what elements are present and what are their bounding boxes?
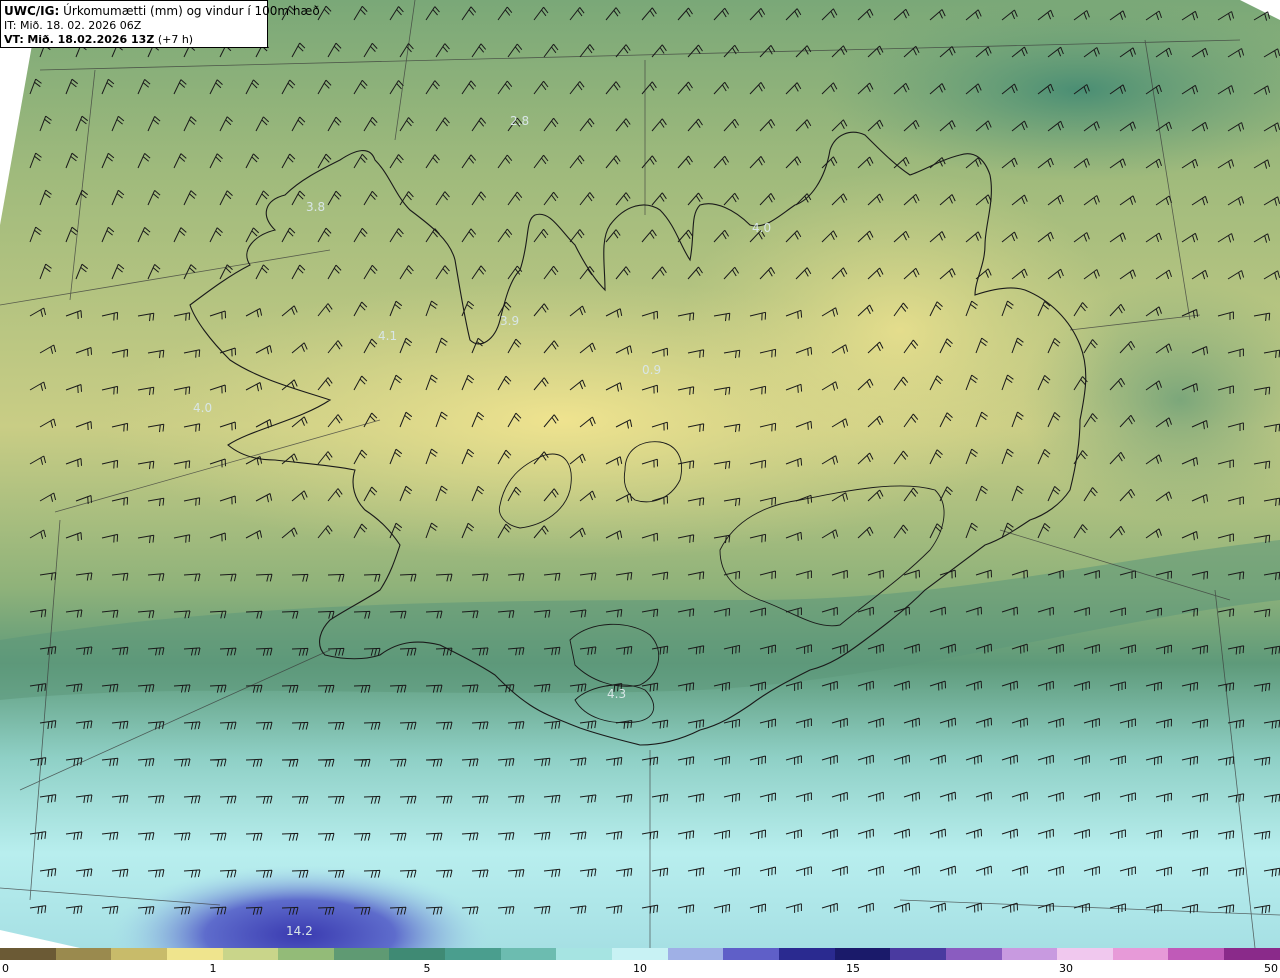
colorbar-tick: 5 xyxy=(423,962,431,975)
map-title: Úrkomumætti (mm) og vindur í 100m hæð xyxy=(63,4,320,18)
colorbar-scale xyxy=(0,948,1280,960)
colorbar-segment xyxy=(945,948,1002,960)
colorbar-segment xyxy=(111,948,167,960)
colorbar-tick: 15 xyxy=(846,962,860,975)
colorbar-tick: 50 xyxy=(1264,962,1278,975)
precipitation-map: 2.8 3.8 4.0 4.1 3.9 4.0 0.9 4.3 14.2 xyxy=(0,0,1280,948)
colorbar-segment xyxy=(778,948,835,960)
colorbar-segment xyxy=(166,948,223,960)
valid-prefix: VT: xyxy=(4,33,24,46)
colorbar-segment xyxy=(333,948,390,960)
precip-label: 4.0 xyxy=(193,401,212,415)
colorbar: 0 1 5 10 15 30 50 xyxy=(0,948,1280,978)
colorbar-segment xyxy=(834,948,891,960)
precip-label: 4.1 xyxy=(378,329,397,343)
colorbar-segment xyxy=(723,948,779,960)
colorbar-tick: 10 xyxy=(633,962,647,975)
precip-label: 14.2 xyxy=(286,924,313,938)
colorbar-segment xyxy=(500,948,557,960)
colorbar-tick: 1 xyxy=(209,962,217,975)
precip-label: 4.0 xyxy=(752,221,771,235)
init-prefix: IT: xyxy=(4,19,17,32)
model-prefix: UWC/IG: xyxy=(4,4,60,18)
colorbar-segment xyxy=(1168,948,1225,960)
colorbar-segment xyxy=(389,948,446,960)
lead-time: (+7 h) xyxy=(157,33,194,46)
valid-time: Mið. 18.02.2026 13Z xyxy=(27,33,155,46)
colorbar-segment xyxy=(278,948,334,960)
colorbar-segment xyxy=(612,948,668,960)
colorbar-segment xyxy=(556,948,613,960)
colorbar-segment xyxy=(667,948,724,960)
precip-label: 0.9 xyxy=(642,363,661,377)
colorbar-segment xyxy=(222,948,279,960)
colorbar-segment xyxy=(1112,948,1169,960)
colorbar-tick: 30 xyxy=(1059,962,1073,975)
precip-label: 2.8 xyxy=(510,114,529,128)
precip-label: 4.3 xyxy=(607,687,626,701)
colorbar-segment xyxy=(890,948,946,960)
colorbar-segment xyxy=(55,948,112,960)
colorbar-segment xyxy=(1224,948,1280,960)
init-time: Mið. 18. 02. 2026 06Z xyxy=(19,19,142,32)
colorbar-segment xyxy=(1057,948,1113,960)
precip-label: 3.9 xyxy=(500,314,519,328)
colorbar-tick: 0 xyxy=(2,962,9,975)
colorbar-ticks: 0 1 5 10 15 30 50 xyxy=(0,960,1280,978)
precip-label: 3.8 xyxy=(306,200,325,214)
colorbar-segment xyxy=(445,948,501,960)
map-header: UWC/IG: Úrkomumætti (mm) og vindur í 100… xyxy=(0,0,320,48)
colorbar-segment xyxy=(1001,948,1058,960)
colorbar-segment xyxy=(0,948,56,960)
